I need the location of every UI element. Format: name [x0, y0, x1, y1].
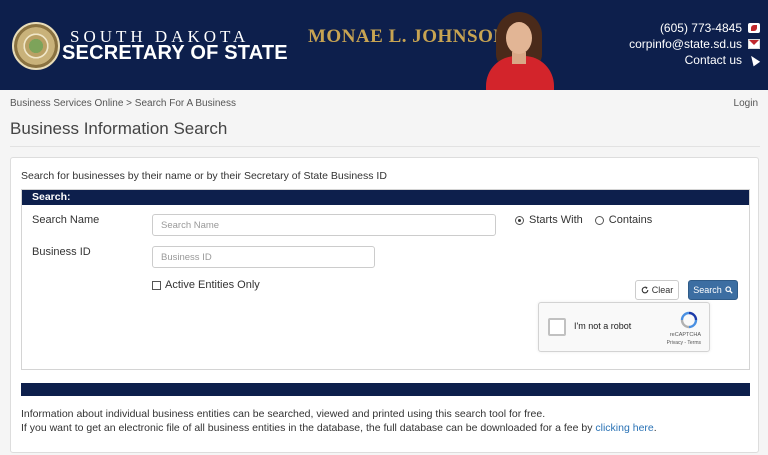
search-name-input[interactable] [152, 214, 496, 236]
match-type-group: Starts With Contains [515, 214, 652, 226]
info-line-2: If you want to get an electronic file of… [21, 421, 657, 435]
page-title: Business Information Search [10, 119, 228, 138]
clear-button-label: Clear [651, 285, 674, 295]
radio-contains-label: Contains [608, 214, 653, 226]
official-name: MONAE L. JOHNSON [308, 26, 508, 47]
radio-starts-with-label: Starts With [529, 214, 583, 226]
search-panel: Search for businesses by their name or b… [10, 157, 759, 453]
title-divider [10, 146, 760, 147]
section-bar [21, 383, 750, 396]
recaptcha-label: I'm not a robot [574, 321, 632, 331]
site-header: SOUTH DAKOTA SECRETARY OF STATE MONAE L.… [0, 0, 768, 90]
recaptcha-terms[interactable]: Privacy - Terms [667, 340, 701, 346]
login-link[interactable]: Login [734, 98, 758, 109]
recaptcha-logo-icon [680, 311, 698, 329]
email-contact[interactable]: corpinfo@state.sd.us [629, 36, 760, 52]
mail-icon [748, 39, 760, 49]
logo-office-name: SECRETARY OF STATE [62, 42, 288, 64]
radio-contains-dot[interactable] [594, 215, 604, 225]
phone-contact[interactable]: (605) 773-4845 [629, 20, 760, 36]
recaptcha-brand: reCAPTCHA [669, 332, 701, 338]
business-id-label: Business ID [32, 246, 91, 258]
contact-block: (605) 773-4845 corpinfo@state.sd.us Cont… [629, 20, 760, 68]
active-entities-checkbox[interactable]: Active Entities Only [152, 279, 260, 291]
radio-starts-with-dot[interactable] [515, 215, 524, 225]
radio-starts-with[interactable]: Starts With [515, 214, 583, 226]
cursor-icon [748, 55, 760, 65]
breadcrumb[interactable]: Business Services Online > Search For A … [10, 98, 236, 109]
official-portrait [484, 8, 556, 90]
clear-button[interactable]: Clear [635, 280, 679, 300]
radio-contains[interactable]: Contains [594, 214, 653, 226]
refresh-icon [641, 286, 649, 294]
contact-us-label[interactable]: Contact us [685, 52, 742, 68]
active-entities-label: Active Entities Only [165, 279, 260, 291]
email-address[interactable]: corpinfo@state.sd.us [629, 36, 742, 52]
info-line-2-suffix: . [653, 422, 657, 434]
business-id-input[interactable] [152, 246, 375, 268]
info-line-2-text: If you want to get an electronic file of… [21, 422, 593, 434]
phone-icon [748, 23, 760, 33]
state-seal-logo[interactable] [12, 22, 60, 70]
search-icon [725, 286, 733, 294]
info-line-1: Information about individual business en… [21, 408, 546, 420]
intro-text: Search for businesses by their name or b… [21, 170, 387, 182]
search-form: Search: Search Name Starts With Contains… [21, 189, 750, 370]
recaptcha-widget: I'm not a robot reCAPTCHA Privacy - Term… [538, 302, 710, 352]
active-entities-box[interactable] [152, 280, 161, 290]
search-heading: Search: [22, 190, 749, 205]
info-text: Information about individual business en… [21, 407, 657, 435]
download-database-link[interactable]: clicking here [595, 422, 653, 434]
recaptcha-checkbox[interactable] [548, 318, 566, 336]
search-button[interactable]: Search [688, 280, 738, 300]
contact-us-link[interactable]: Contact us [629, 52, 760, 68]
search-name-label: Search Name [32, 214, 100, 226]
search-button-label: Search [693, 285, 722, 295]
phone-number[interactable]: (605) 773-4845 [660, 20, 742, 36]
